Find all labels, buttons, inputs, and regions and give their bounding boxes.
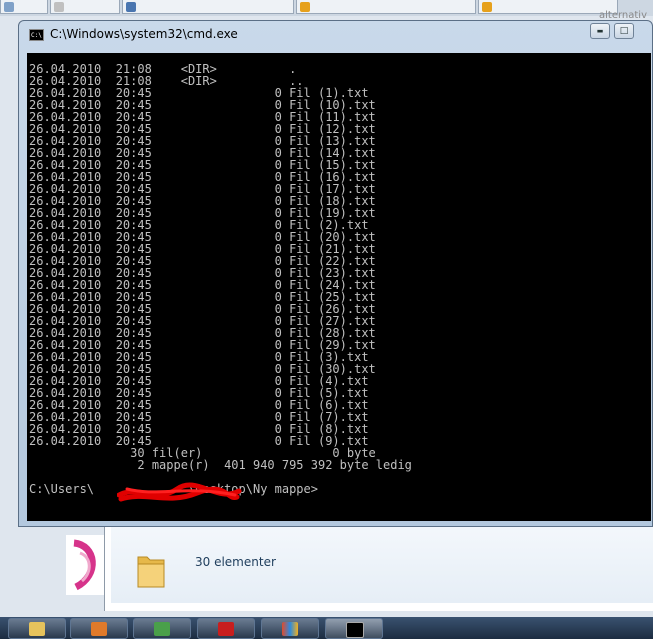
item-count-label: 30 elementer bbox=[195, 555, 276, 569]
maximize-icon: □ bbox=[619, 26, 629, 36]
taskbar-media-button[interactable] bbox=[70, 618, 128, 639]
console-output[interactable]: 26.04.2010 21:08 <DIR> . 26.04.2010 21:08… bbox=[27, 53, 651, 521]
taskbar-messenger-button[interactable] bbox=[133, 618, 191, 639]
tab-icon bbox=[300, 2, 310, 12]
minimize-icon: ▬ bbox=[596, 27, 604, 35]
background-tab[interactable] bbox=[0, 0, 48, 14]
taskbar-cmd-button[interactable] bbox=[325, 618, 383, 639]
console-text: 26.04.2010 21:08 <DIR> . 26.04.2010 21:08… bbox=[29, 63, 412, 495]
background-tab[interactable] bbox=[50, 0, 120, 14]
taskbar-explorer-button[interactable] bbox=[8, 618, 66, 639]
explorer-window: 30 elementer bbox=[104, 520, 653, 611]
title-bar[interactable]: C:\ C:\Windows\system32\cmd.exe ▬ □ bbox=[19, 21, 652, 49]
taskbar-app-button[interactable] bbox=[261, 618, 319, 639]
background-tab-strip: alternativ bbox=[0, 0, 653, 21]
cmd-icon bbox=[346, 622, 364, 638]
tab-icon bbox=[482, 2, 492, 12]
tab-icon bbox=[4, 2, 14, 12]
minimize-button[interactable]: ▬ bbox=[590, 23, 610, 39]
pdf-reader-icon bbox=[218, 622, 234, 636]
window-title: C:\Windows\system32\cmd.exe bbox=[50, 27, 238, 41]
cmd-window: C:\ C:\Windows\system32\cmd.exe ▬ □ 26.0… bbox=[18, 20, 653, 527]
background-logo-icon bbox=[66, 535, 104, 595]
background-tab[interactable] bbox=[296, 0, 476, 14]
messenger-icon bbox=[154, 622, 170, 636]
cmd-icon: C:\ bbox=[29, 29, 44, 41]
tab-icon bbox=[54, 2, 64, 12]
media-player-icon bbox=[91, 622, 107, 636]
console-line: C:\Users\ \Desktop\Ny mappe> bbox=[29, 482, 318, 496]
console-line: 2 mappe(r) 401 940 795 392 byte ledig bbox=[29, 458, 412, 472]
background-tab[interactable] bbox=[478, 0, 618, 14]
app-icon bbox=[282, 622, 298, 636]
background-tab[interactable] bbox=[122, 0, 294, 14]
taskbar bbox=[0, 617, 653, 639]
taskbar-pdf-button[interactable] bbox=[197, 618, 255, 639]
tab-icon bbox=[126, 2, 136, 12]
maximize-button[interactable]: □ bbox=[614, 23, 634, 39]
folder-icon bbox=[29, 622, 45, 636]
folder-icon bbox=[137, 556, 165, 588]
explorer-details-pane: 30 elementer bbox=[111, 521, 653, 603]
